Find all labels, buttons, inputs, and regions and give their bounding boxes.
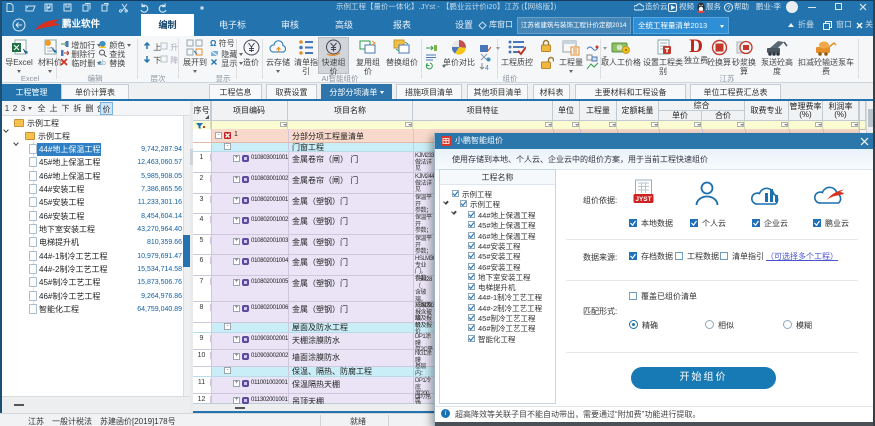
svg-text:b: b (102, 60, 106, 66)
svg-text:4: 4 (485, 65, 489, 71)
svg-text:JYST: JYST (635, 196, 651, 203)
svg-text:?: ? (727, 4, 731, 11)
